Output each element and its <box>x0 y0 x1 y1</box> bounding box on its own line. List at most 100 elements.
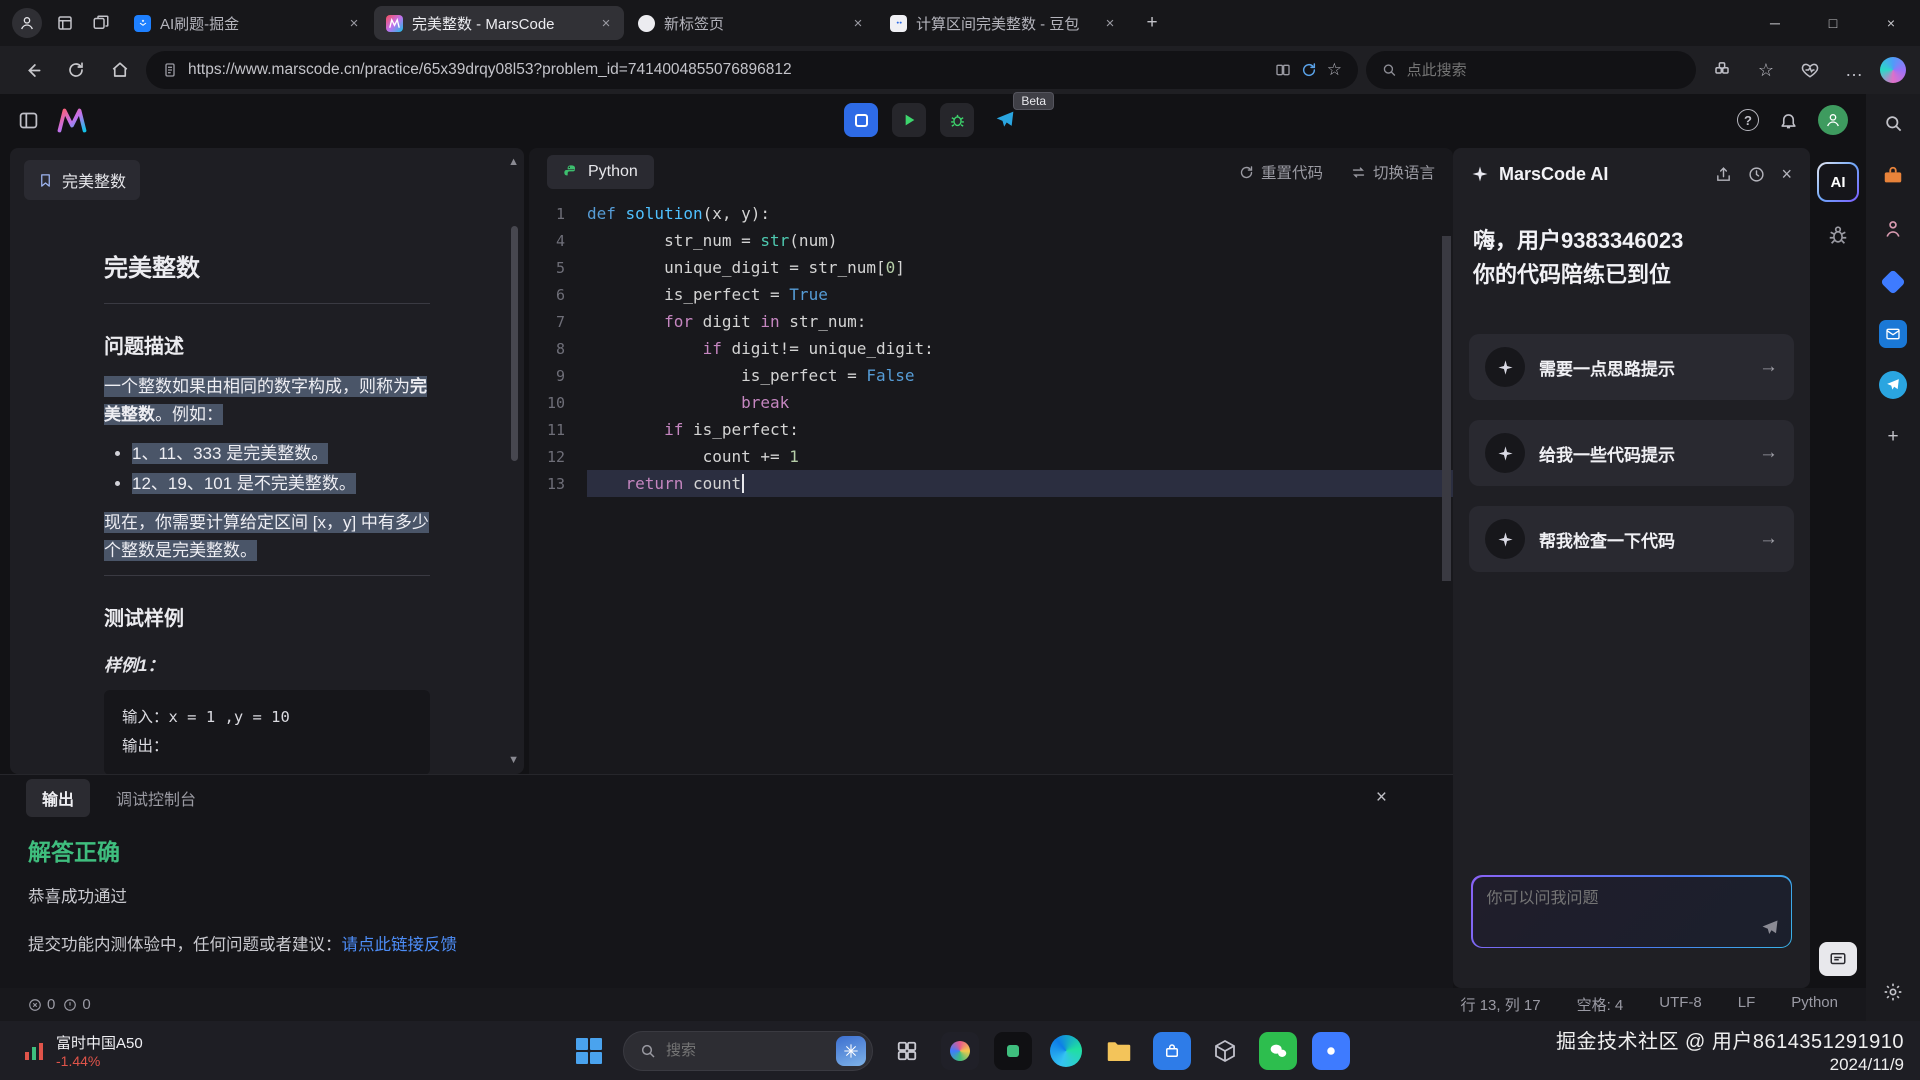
cursor-position[interactable]: 行 13, 列 17 <box>1461 994 1541 1015</box>
eol-setting[interactable]: LF <box>1738 994 1756 1015</box>
back-button[interactable] <box>14 52 50 88</box>
minimize-button[interactable]: ─ <box>1746 0 1804 46</box>
copilot-icon[interactable] <box>1880 57 1906 83</box>
export-chat-icon[interactable] <box>1715 166 1732 183</box>
sidebar-toolbox-icon[interactable] <box>1878 161 1908 191</box>
photos-app-icon[interactable] <box>941 1032 979 1070</box>
file-explorer-icon[interactable] <box>1100 1032 1138 1070</box>
debug-ant-icon[interactable] <box>1827 224 1849 246</box>
ai-input-box[interactable] <box>1471 875 1792 948</box>
split-screen-icon[interactable] <box>1275 62 1291 78</box>
submit-button[interactable]: Beta <box>988 103 1022 137</box>
sidebar-person-icon[interactable] <box>1878 214 1908 244</box>
mail-app-icon[interactable] <box>1312 1032 1350 1070</box>
sidebar-toggle-icon[interactable] <box>18 110 39 131</box>
history-icon[interactable] <box>1748 166 1765 183</box>
toolbar-search[interactable] <box>1366 51 1696 89</box>
settings-more-icon[interactable]: … <box>1836 52 1872 88</box>
code-area[interactable]: 1def solution(x, y): 4 str_num = str(num… <box>529 196 1453 774</box>
debug-button[interactable] <box>940 103 974 137</box>
code-line[interactable]: 1def solution(x, y): <box>529 200 1453 227</box>
extensions-icon[interactable] <box>1704 52 1740 88</box>
wechat-app-icon[interactable] <box>1259 1032 1297 1070</box>
code-line[interactable]: 6 is_perfect = True <box>529 281 1453 308</box>
language-pill[interactable]: Python <box>547 155 654 189</box>
sidebar-settings-icon[interactable] <box>1878 977 1908 1007</box>
tab-actions-icon[interactable] <box>84 6 118 40</box>
code-line[interactable]: 5 unique_digit = str_num[0] <box>529 254 1453 281</box>
tab-marscode[interactable]: 完美整数 - MarsCode × <box>374 6 624 40</box>
language-mode[interactable]: Python <box>1791 994 1838 1015</box>
start-button[interactable] <box>570 1032 608 1070</box>
ai-question-input[interactable] <box>1487 890 1742 908</box>
help-icon[interactable]: ? <box>1737 109 1759 131</box>
scroll-up-icon[interactable]: ▲ <box>508 156 519 168</box>
code-line[interactable]: 12 count += 1 <box>529 443 1453 470</box>
chat-float-button[interactable] <box>1819 942 1857 976</box>
tab-debug-console[interactable]: 调试控制台 <box>116 786 196 810</box>
tab-newtab[interactable]: 新标签页 × <box>626 6 876 40</box>
run-button[interactable] <box>892 103 926 137</box>
notifications-bell-icon[interactable] <box>1779 111 1798 130</box>
address-bar[interactable]: https://www.marscode.cn/practice/65x39dr… <box>146 51 1358 89</box>
home-button[interactable] <box>102 52 138 88</box>
ai-suggestion-hint[interactable]: 需要一点思路提示 → <box>1469 334 1794 400</box>
browser-profile-avatar[interactable] <box>12 8 42 38</box>
close-window-button[interactable]: × <box>1862 0 1920 46</box>
new-tab-button[interactable]: + <box>1136 7 1168 39</box>
browser-essentials-icon[interactable] <box>1792 52 1828 88</box>
warning-count[interactable]: 0 <box>63 996 90 1013</box>
switch-language-button[interactable]: 切换语言 <box>1351 161 1435 183</box>
code-line[interactable]: 10 break <box>529 389 1453 416</box>
problem-bookmark-pill[interactable]: 完美整数 <box>24 160 140 200</box>
marscode-logo[interactable] <box>57 108 87 133</box>
code-line[interactable]: 11 if is_perfect: <box>529 416 1453 443</box>
ai-chat-toggle[interactable]: AI <box>1817 162 1859 202</box>
code-line[interactable]: 7 for digit in str_num: <box>529 308 1453 335</box>
indent-setting[interactable]: 空格: 4 <box>1577 994 1624 1015</box>
tab-output[interactable]: 输出 <box>26 779 90 817</box>
user-avatar[interactable] <box>1818 105 1848 135</box>
code-line[interactable]: 4 str_num = str(num) <box>529 227 1453 254</box>
tab-juejin[interactable]: AI刷题-掘金 × <box>122 6 372 40</box>
feedback-link[interactable]: 请点此链接反馈 <box>342 936 458 954</box>
output-close-icon[interactable]: × <box>1376 787 1387 809</box>
ai-suggestion-review[interactable]: 帮我检查一下代码 → <box>1469 506 1794 572</box>
code-line-current[interactable]: 13 return count <box>529 470 1453 497</box>
reset-code-button[interactable]: 重置代码 <box>1239 161 1323 183</box>
sidebar-add-icon[interactable]: + <box>1878 422 1908 452</box>
editor-scrollbar[interactable] <box>1442 236 1451 581</box>
cube-app-icon[interactable] <box>1206 1032 1244 1070</box>
tab-close-icon[interactable]: × <box>848 13 868 33</box>
notes-app-icon[interactable] <box>994 1032 1032 1070</box>
taskbar-search[interactable] <box>623 1031 873 1071</box>
site-info-icon[interactable] <box>162 62 178 78</box>
tab-close-icon[interactable]: × <box>596 13 616 33</box>
tab-close-icon[interactable]: × <box>344 13 364 33</box>
sidebar-mail-icon[interactable] <box>1879 320 1907 348</box>
edge-app-icon[interactable] <box>1047 1032 1085 1070</box>
code-line[interactable]: 8 if digit!= unique_digit: <box>529 335 1453 362</box>
ai-suggestion-code-hint[interactable]: 给我一些代码提示 → <box>1469 420 1794 486</box>
send-icon[interactable] <box>1761 919 1779 937</box>
taskbar-search-input[interactable] <box>666 1042 826 1059</box>
sidebar-search-icon[interactable] <box>1878 108 1908 138</box>
stop-button[interactable] <box>844 103 878 137</box>
sidebar-telegram-icon[interactable] <box>1879 371 1907 399</box>
store-app-icon[interactable] <box>1153 1032 1191 1070</box>
tab-doubao[interactable]: 计算区间完美整数 - 豆包 × <box>878 6 1128 40</box>
workspaces-icon[interactable] <box>48 6 82 40</box>
favorites-bar-icon[interactable]: ☆ <box>1748 52 1784 88</box>
refresh-button[interactable] <box>58 52 94 88</box>
toolbar-search-input[interactable] <box>1407 62 1680 79</box>
error-count[interactable]: 0 <box>28 996 55 1013</box>
add-favorite-icon[interactable]: ☆ <box>1327 60 1342 80</box>
scroll-down-icon[interactable]: ▼ <box>508 754 519 766</box>
sync-icon[interactable] <box>1301 62 1317 78</box>
ai-close-icon[interactable]: × <box>1781 164 1792 185</box>
task-view-button[interactable] <box>888 1032 926 1070</box>
url-text[interactable]: https://www.marscode.cn/practice/65x39dr… <box>188 61 1265 79</box>
problem-scrollbar[interactable] <box>511 226 518 461</box>
taskbar-widget[interactable]: 富时中国A50 -1.44% <box>22 1032 143 1069</box>
tab-close-icon[interactable]: × <box>1100 13 1120 33</box>
